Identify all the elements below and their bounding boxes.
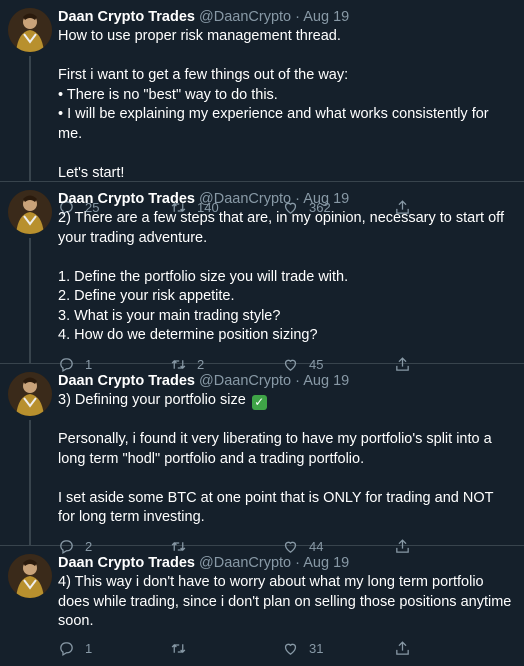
author-name[interactable]: Daan Crypto Trades: [58, 9, 195, 25]
tweet-text: 3) Defining your portfolio size ✓ Person…: [58, 391, 514, 528]
dot-separator: ·: [295, 555, 300, 571]
tweet-text: 4) This way i don't have to worry about …: [58, 573, 514, 632]
author-name[interactable]: Daan Crypto Trades: [58, 555, 195, 571]
tweet-text: How to use proper risk management thread…: [58, 27, 514, 183]
retweet-icon: [171, 644, 186, 653]
avatar[interactable]: [8, 190, 52, 234]
reply-button[interactable]: 1: [58, 640, 170, 657]
tweet-header: Daan Crypto Trades @DaanCrypto · Aug 19: [58, 554, 514, 572]
author-name[interactable]: Daan Crypto Trades: [58, 373, 195, 389]
thread-line: [29, 420, 31, 546]
tweet-date[interactable]: Aug 19: [303, 373, 349, 389]
author-handle[interactable]: @DaanCrypto: [199, 555, 291, 571]
tweet-line: 3) Defining your portfolio size ✓: [58, 391, 514, 411]
tweet-line: 2) There are a few steps that are, in my…: [58, 210, 504, 246]
avatar[interactable]: [8, 372, 52, 416]
tweet[interactable]: Daan Crypto Trades @DaanCrypto · Aug 19 …: [0, 182, 524, 373]
share-icon: [396, 641, 409, 655]
dot-separator: ·: [295, 373, 300, 389]
tweet-date[interactable]: Aug 19: [303, 9, 349, 25]
author-handle[interactable]: @DaanCrypto: [199, 9, 291, 25]
avatar[interactable]: [8, 8, 52, 52]
author-handle[interactable]: @DaanCrypto: [199, 373, 291, 389]
heart-icon: [284, 643, 297, 655]
check-mark-icon: ✓: [251, 395, 267, 410]
tweet-date[interactable]: Aug 19: [303, 191, 349, 207]
reply-count: 1: [85, 641, 93, 656]
thread-line: [29, 238, 31, 364]
tweet-line: 3. What is your main trading style?: [58, 307, 281, 324]
tweet[interactable]: Daan Crypto Trades @DaanCrypto · Aug 19 …: [0, 546, 524, 657]
like-count: 31: [309, 641, 324, 656]
tweet-line-text: 3) Defining your portfolio size: [58, 392, 246, 408]
tweet-line: 4. How do we determine position sizing?: [58, 327, 318, 343]
tweet-line: Let's start!: [58, 164, 125, 181]
tweet-line: 2. Define your risk appetite.: [58, 288, 235, 304]
tweet-text: 2) There are a few steps that are, in my…: [58, 209, 514, 346]
tweet-line: How to use proper risk management thread…: [58, 28, 341, 44]
dot-separator: ·: [295, 191, 300, 207]
tweet-line: 4) This way i don't have to worry about …: [58, 574, 512, 629]
tweet-line: First i want to get a few things out of …: [58, 67, 349, 83]
tweet-header: Daan Crypto Trades @DaanCrypto · Aug 19: [58, 8, 514, 26]
tweet-line: • I will be explaining my experience and…: [58, 106, 489, 142]
tweet-line: • There is no "best" way to do this.: [58, 86, 278, 103]
thread-line: [29, 56, 31, 182]
reply-icon: [60, 642, 73, 657]
tweet-header: Daan Crypto Trades @DaanCrypto · Aug 19: [58, 372, 514, 390]
tweet-header: Daan Crypto Trades @DaanCrypto · Aug 19: [58, 190, 514, 208]
tweet[interactable]: Daan Crypto Trades @DaanCrypto · Aug 19 …: [0, 364, 524, 555]
tweet[interactable]: Daan Crypto Trades @DaanCrypto · Aug 19 …: [0, 0, 524, 215]
retweet-button[interactable]: [170, 640, 282, 657]
tweet-line: 1. Define the portfolio size you will tr…: [58, 268, 349, 285]
tweet-line: I set aside some BTC at one point that i…: [58, 489, 494, 526]
author-handle[interactable]: @DaanCrypto: [199, 191, 291, 207]
share-button[interactable]: [394, 640, 421, 657]
dot-separator: ·: [295, 9, 300, 25]
tweet-date[interactable]: Aug 19: [303, 555, 349, 571]
tweet-actions: 1 31: [58, 632, 514, 666]
avatar[interactable]: [8, 554, 52, 598]
like-button[interactable]: 31: [282, 640, 394, 657]
timeline: Daan Crypto Trades @DaanCrypto · Aug 19 …: [0, 0, 524, 657]
author-name[interactable]: Daan Crypto Trades: [58, 191, 195, 207]
tweet-line: Personally, i found it very liberating t…: [58, 431, 492, 467]
